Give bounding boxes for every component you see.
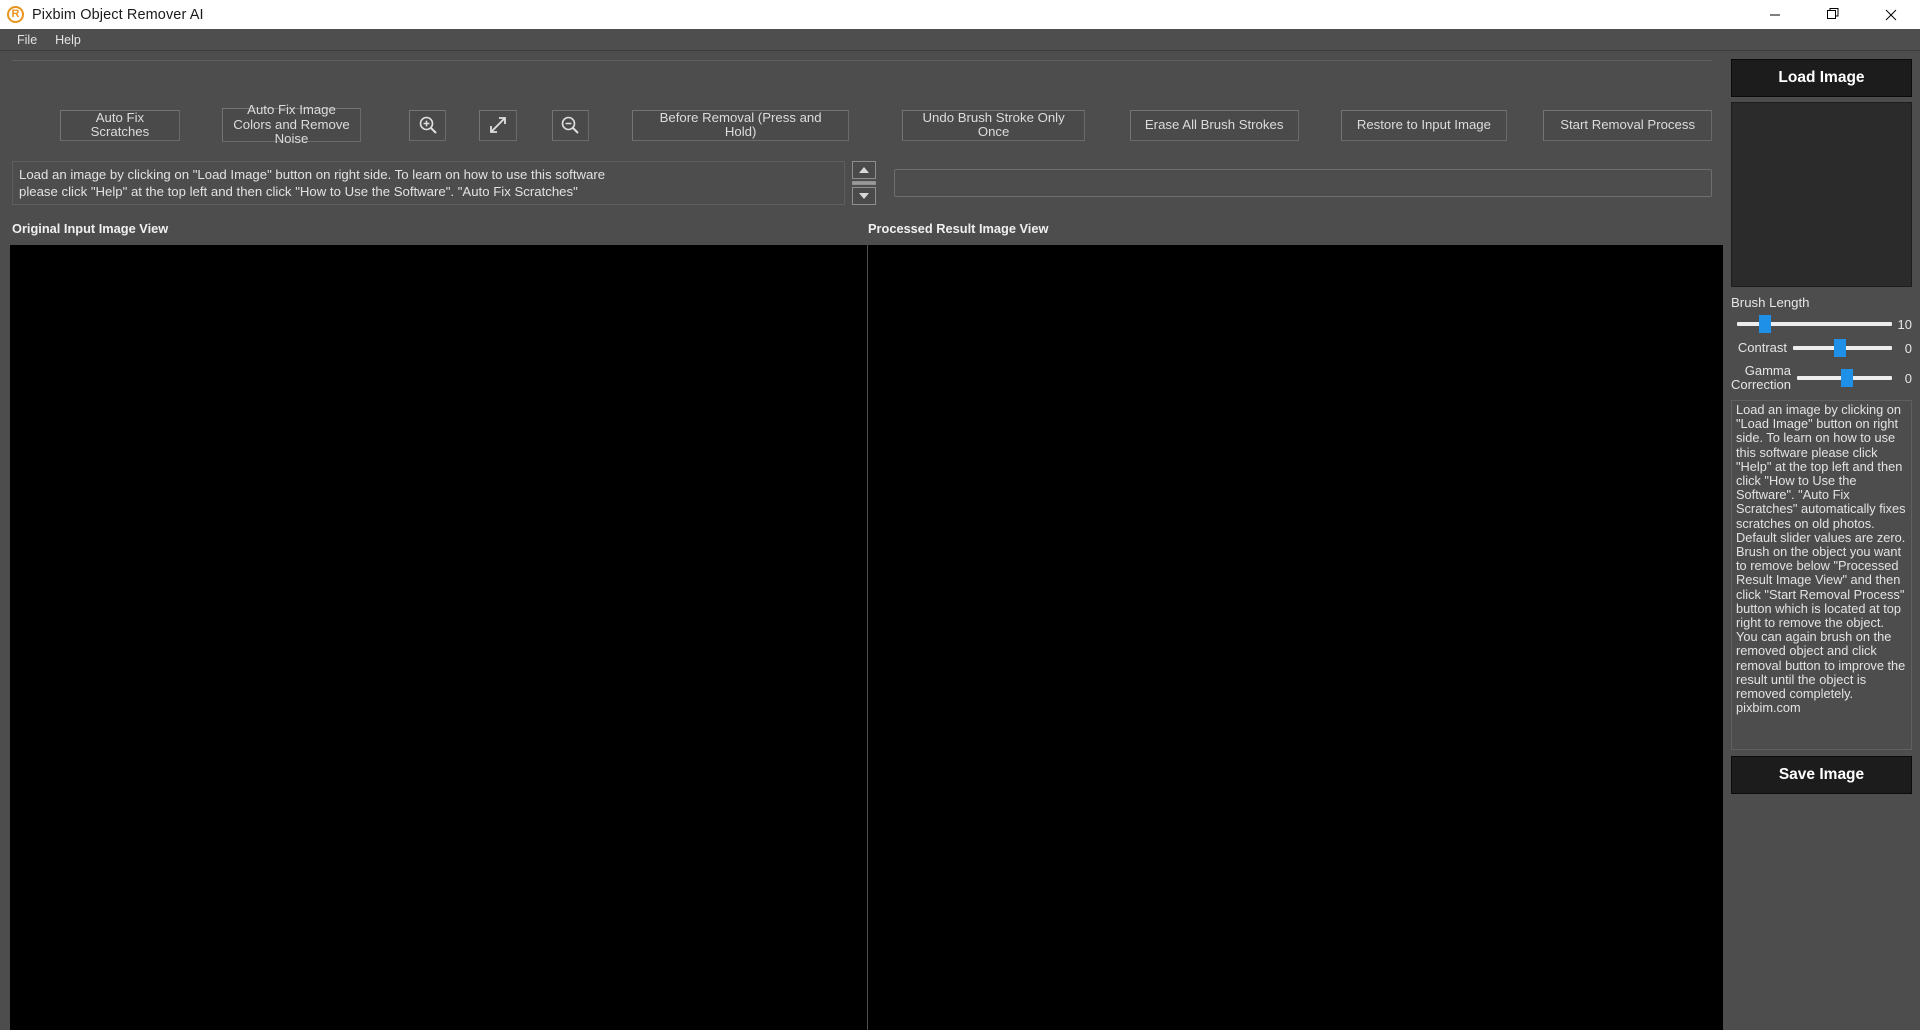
right-sidebar: Load Image Brush Length 10 Contrast 0 Ga…	[1724, 51, 1920, 1030]
load-image-button[interactable]: Load Image	[1731, 59, 1912, 97]
undo-brush-stroke-button[interactable]: Undo Brush Stroke Only Once	[902, 109, 1085, 141]
maximize-icon[interactable]	[1804, 0, 1862, 29]
gamma-correction-value: 0	[1904, 370, 1912, 386]
spinner-up-button[interactable]	[852, 161, 876, 179]
erase-all-brush-strokes-button[interactable]: Erase All Brush Strokes	[1129, 109, 1299, 141]
brush-length-value: 10	[1897, 316, 1912, 332]
close-icon[interactable]	[1862, 0, 1920, 29]
toolbar: Auto Fix Scratches Auto Fix Image Colors…	[12, 102, 1712, 146]
zoom-in-icon	[419, 116, 437, 134]
gamma-correction-slider-row: Gamma Correction 0	[1731, 364, 1912, 392]
processed-result-image-canvas[interactable]	[868, 245, 1723, 1030]
view-labels: Original Input Image View Processed Resu…	[0, 221, 1724, 241]
contrast-slider[interactable]	[1793, 339, 1892, 357]
original-input-image-canvas[interactable]	[10, 245, 867, 1030]
gamma-correction-slider-label: Gamma Correction	[1731, 363, 1791, 392]
fit-to-screen-icon	[490, 117, 506, 133]
app-title: Pixbim Object Remover AI	[32, 6, 204, 23]
start-removal-process-button[interactable]: Start Removal Process	[1543, 109, 1712, 141]
before-removal-button[interactable]: Before Removal (Press and Hold)	[631, 109, 850, 141]
window-controls	[1746, 0, 1920, 29]
brush-length-slider-row: 10	[1731, 315, 1912, 333]
menu-item-help[interactable]: Help	[46, 31, 90, 49]
spinner-separator	[852, 180, 876, 186]
zoom-out-button[interactable]	[551, 109, 589, 141]
restore-to-input-image-button[interactable]: Restore to Input Image	[1340, 109, 1508, 141]
auto-fix-colors-button[interactable]: Auto Fix Image Colors and Remove Noise	[221, 102, 362, 146]
auto-fix-scratches-button[interactable]: Auto Fix Scratches	[60, 109, 180, 141]
thumbnail-preview[interactable]	[1731, 102, 1912, 287]
brush-length-slider[interactable]	[1737, 315, 1892, 333]
status-spinner	[852, 161, 876, 206]
slider-section: Brush Length 10 Contrast 0 Gamma Correct…	[1731, 295, 1912, 392]
save-image-button[interactable]: Save Image	[1731, 756, 1912, 794]
status-row: Load an image by clicking on "Load Image…	[12, 161, 1712, 206]
original-input-image-view-label: Original Input Image View	[12, 221, 169, 236]
contrast-value: 0	[1904, 340, 1912, 356]
contrast-slider-row: Contrast 0	[1731, 339, 1912, 357]
title-bar: R Pixbim Object Remover AI	[0, 0, 1920, 29]
status-message: Load an image by clicking on "Load Image…	[12, 161, 845, 205]
zoom-in-button[interactable]	[409, 109, 447, 141]
spinner-down-icon	[859, 193, 869, 200]
spinner-up-icon	[859, 166, 869, 173]
gamma-correction-knob[interactable]	[1841, 369, 1854, 387]
zoom-out-icon	[561, 116, 579, 134]
gamma-correction-slider[interactable]	[1796, 369, 1892, 387]
work-area: Auto Fix Scratches Auto Fix Image Colors…	[0, 51, 1724, 1030]
brush-length-knob[interactable]	[1758, 315, 1771, 333]
app-logo-icon: R	[7, 6, 24, 23]
menu-item-file[interactable]: File	[8, 31, 46, 49]
contrast-knob[interactable]	[1833, 339, 1846, 357]
main-content: Auto Fix Scratches Auto Fix Image Colors…	[0, 51, 1920, 1030]
minimize-icon[interactable]	[1746, 0, 1804, 29]
menu-bar: File Help	[0, 29, 1920, 51]
contrast-slider-label: Contrast	[1737, 340, 1787, 355]
processed-result-image-view-label: Processed Result Image View	[868, 221, 1049, 236]
brush-length-label: Brush Length	[1731, 295, 1810, 310]
fit-to-screen-button[interactable]	[479, 109, 517, 141]
help-text-panel: Load an image by clicking on "Load Image…	[1731, 400, 1912, 750]
spinner-down-button[interactable]	[852, 187, 876, 206]
filename-input[interactable]	[894, 169, 1712, 197]
